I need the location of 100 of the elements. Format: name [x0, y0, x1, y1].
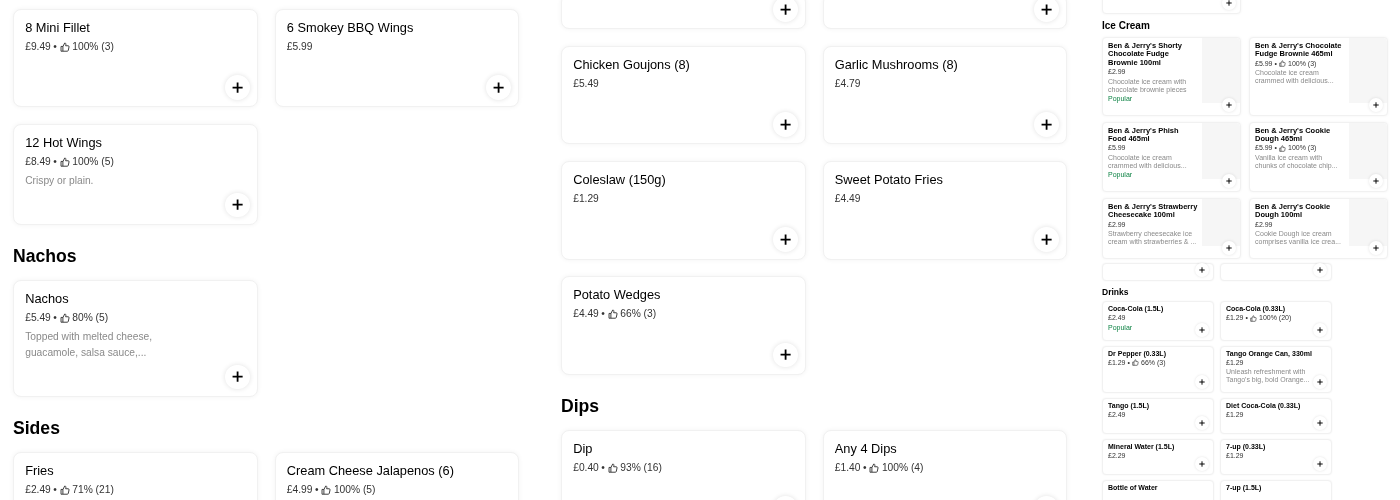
rating-text: 100% (5) — [333, 482, 376, 497]
bullet-separator: • — [601, 460, 605, 475]
item-name: 12 Hot Wings — [25, 135, 103, 152]
plus-icon — [1317, 326, 1323, 333]
add-button[interactable] — [486, 75, 512, 100]
bullet-separator: • — [53, 154, 57, 169]
item-name: Cream Cheese Jalapenos (6) — [286, 463, 455, 480]
section-heading: Drinks — [1102, 287, 1130, 298]
item-price: £4.99 — [286, 482, 313, 497]
item-price: £2.49 — [25, 482, 51, 497]
thumbs-up-icon — [59, 484, 70, 496]
plus-icon — [1373, 245, 1379, 252]
thumbs-up-icon — [59, 156, 70, 168]
add-button[interactable] — [772, 227, 798, 253]
item-price: £1.29 — [573, 191, 599, 206]
add-button[interactable] — [224, 192, 250, 218]
item-name: Sweet Potato Fries — [834, 172, 944, 189]
item-price: £4.79 — [834, 76, 861, 91]
add-button[interactable] — [224, 364, 250, 390]
bullet-separator: • — [314, 482, 319, 497]
rating-text: 100% (3) — [72, 39, 114, 54]
add-button[interactable] — [1034, 227, 1060, 253]
bullet-separator: • — [862, 460, 867, 475]
item-price: £5.99 — [286, 39, 313, 54]
plus-icon — [1199, 326, 1205, 333]
item-price: £4.49 — [834, 191, 861, 206]
plus-icon — [231, 199, 243, 211]
plus-icon — [779, 3, 791, 15]
plus-icon — [231, 371, 243, 383]
rating-text: 100% (4) — [881, 460, 924, 475]
thumbs-up-icon — [59, 41, 70, 52]
plus-icon — [1041, 119, 1053, 131]
item-name: Chicken Goujons (8) — [573, 56, 691, 74]
rating-text: 71% (21) — [72, 482, 114, 497]
thumbs-up-icon — [607, 309, 618, 320]
plus-icon — [1317, 461, 1323, 468]
rating-text: 80% (5) — [72, 311, 109, 325]
bullet-separator: • — [53, 39, 57, 54]
section-heading: Ice Cream — [1102, 20, 1151, 32]
plus-icon — [1373, 101, 1379, 108]
thumbs-up-icon — [59, 313, 70, 324]
add-button[interactable] — [1034, 0, 1060, 22]
plus-icon — [779, 234, 791, 246]
plus-icon — [1199, 461, 1205, 468]
item-price: £5.49 — [573, 76, 599, 91]
item-price: £8.49 — [25, 154, 51, 169]
plus-icon — [779, 349, 791, 361]
thumbs-up-icon — [1132, 359, 1139, 367]
plus-icon — [231, 82, 243, 94]
bullet-separator: • — [601, 307, 605, 322]
item-name: Garlic Mushrooms (8) — [834, 56, 959, 74]
plus-icon — [1317, 267, 1323, 274]
section-heading: Sides — [13, 417, 61, 439]
item-name: Potato Wedges — [573, 287, 662, 304]
item-price: £9.49 — [25, 39, 51, 54]
rating-text: 100% (5) — [72, 154, 114, 169]
plus-icon — [1041, 3, 1053, 15]
bullet-separator: • — [53, 311, 57, 325]
plus-icon — [1041, 234, 1053, 246]
item-price: £1.40 — [834, 460, 861, 475]
item-name: Nachos — [25, 291, 70, 308]
item-name: 8 Mini Fillet — [25, 19, 91, 37]
item-price: £0.40 — [573, 460, 599, 475]
plus-icon — [1317, 379, 1323, 386]
plus-icon — [779, 119, 791, 131]
add-button[interactable] — [1222, 0, 1236, 10]
rating-text: 66% (3) — [620, 307, 657, 322]
plus-icon — [1373, 178, 1379, 184]
add-button[interactable] — [772, 112, 798, 137]
thumbs-up-icon — [321, 484, 332, 496]
bullet-separator: • — [53, 482, 57, 497]
section-heading: Dips — [561, 395, 601, 417]
plus-icon — [1226, 0, 1232, 6]
plus-icon — [1226, 178, 1232, 184]
thumbs-up-icon — [607, 462, 618, 474]
add-button[interactable] — [772, 0, 798, 22]
rating-text: 93% (16) — [620, 460, 662, 475]
thumbs-up-icon — [1250, 315, 1257, 322]
item-description: Crispy or plain. — [25, 173, 95, 188]
item-name: Fries — [25, 463, 55, 480]
item-name: Dip — [573, 441, 594, 458]
thumbs-up-icon — [1279, 145, 1286, 153]
plus-icon — [1199, 420, 1205, 427]
plus-icon — [493, 82, 505, 94]
section-heading: Nachos — [13, 245, 78, 268]
item-price: £4.49 — [573, 307, 599, 322]
plus-icon — [1226, 245, 1232, 252]
plus-icon — [1199, 267, 1205, 274]
add-button[interactable] — [1034, 112, 1060, 137]
plus-icon — [1317, 420, 1323, 427]
thumbs-up-icon — [869, 462, 880, 474]
plus-icon — [1226, 101, 1232, 108]
plus-icon — [1199, 379, 1205, 386]
item-name: Coleslaw (150g) — [573, 172, 667, 189]
item-description: Topped with melted cheese, guacamole, salsa sauce,... — [25, 329, 154, 360]
item-price: £5.49 — [25, 311, 51, 325]
thumbs-up-icon — [1279, 60, 1286, 68]
add-button[interactable] — [224, 75, 250, 100]
item-name: Any 4 Dips — [834, 441, 898, 458]
add-button[interactable] — [772, 342, 798, 368]
